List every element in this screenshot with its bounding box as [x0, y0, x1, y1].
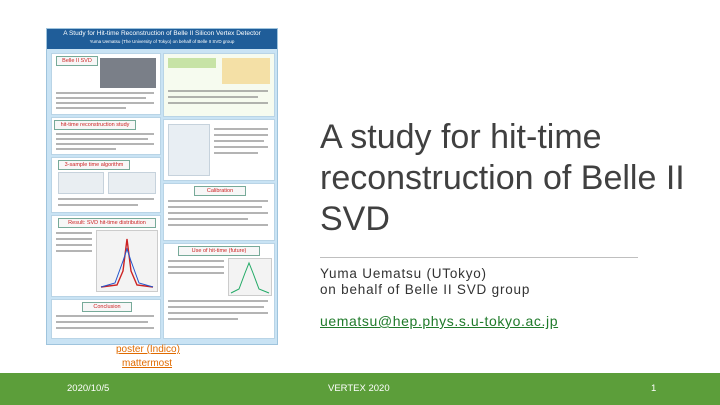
poster-panel-svd: Belle II SVD	[51, 53, 161, 115]
slide-title: A study for hit-time reconstruction of B…	[320, 118, 685, 238]
author-affiliation: on behalf of Belle II SVD group	[320, 282, 531, 297]
poster-panel-calibration: Calibration	[163, 183, 275, 241]
histogram-image	[96, 230, 158, 292]
poster-subtitle: Yuma Uematsu (The University of Tokyo) o…	[89, 39, 235, 44]
author-block: Yuma Uematsu (UTokyo) on behalf of Belle…	[320, 266, 530, 298]
poster-section-heading: Belle II SVD	[56, 56, 98, 66]
poster-section-heading: hit-time reconstruction study	[54, 120, 136, 130]
poster-section-heading: 3-sample time algorithm	[58, 160, 130, 170]
poster-section-heading: Use of hit-time (future)	[178, 246, 260, 256]
mattermost-link[interactable]: mattermost	[122, 358, 172, 369]
email-link[interactable]: uematsu@hep.phys.s.u-tokyo.ac.jp	[320, 313, 558, 329]
author-name: Yuma Uematsu (UTokyo)	[320, 266, 487, 281]
poster-panel-aim: hit-time reconstruction study	[51, 117, 161, 155]
footer-bar: 2020/10/5 VERTEX 2020 1	[0, 373, 720, 405]
poster-indico-link[interactable]: poster (Indico)	[116, 344, 180, 355]
poster-section-heading: Calibration	[194, 186, 246, 196]
detector-image	[100, 58, 156, 88]
slide-number: 1	[651, 383, 657, 394]
footer-date: 2020/10/5	[67, 383, 110, 394]
poster-section-heading: Result: SVD hit-time distribution	[58, 218, 156, 228]
poster-panel-future: Use of hit-time (future)	[163, 243, 275, 339]
poster-panel-conclusion: Conclusion	[51, 299, 161, 339]
poster-title-bar: A Study for Hit-time Reconstruction of B…	[47, 29, 277, 49]
poster-panel-readout	[163, 53, 275, 117]
poster-panel-result: Result: SVD hit-time distribution	[51, 215, 161, 297]
title-divider	[320, 257, 638, 258]
slide: A Study for Hit-time Reconstruction of B…	[0, 0, 720, 405]
poster-section-heading: Conclusion	[82, 302, 132, 312]
footer-conference: VERTEX 2020	[328, 383, 390, 394]
poster-panel-pick	[163, 119, 275, 181]
poster-panel-3sample: 3-sample time algorithm	[51, 157, 161, 213]
poster-thumbnail: A Study for Hit-time Reconstruction of B…	[46, 28, 278, 345]
poster-title: A Study for Hit-time Reconstruction of B…	[63, 30, 261, 37]
